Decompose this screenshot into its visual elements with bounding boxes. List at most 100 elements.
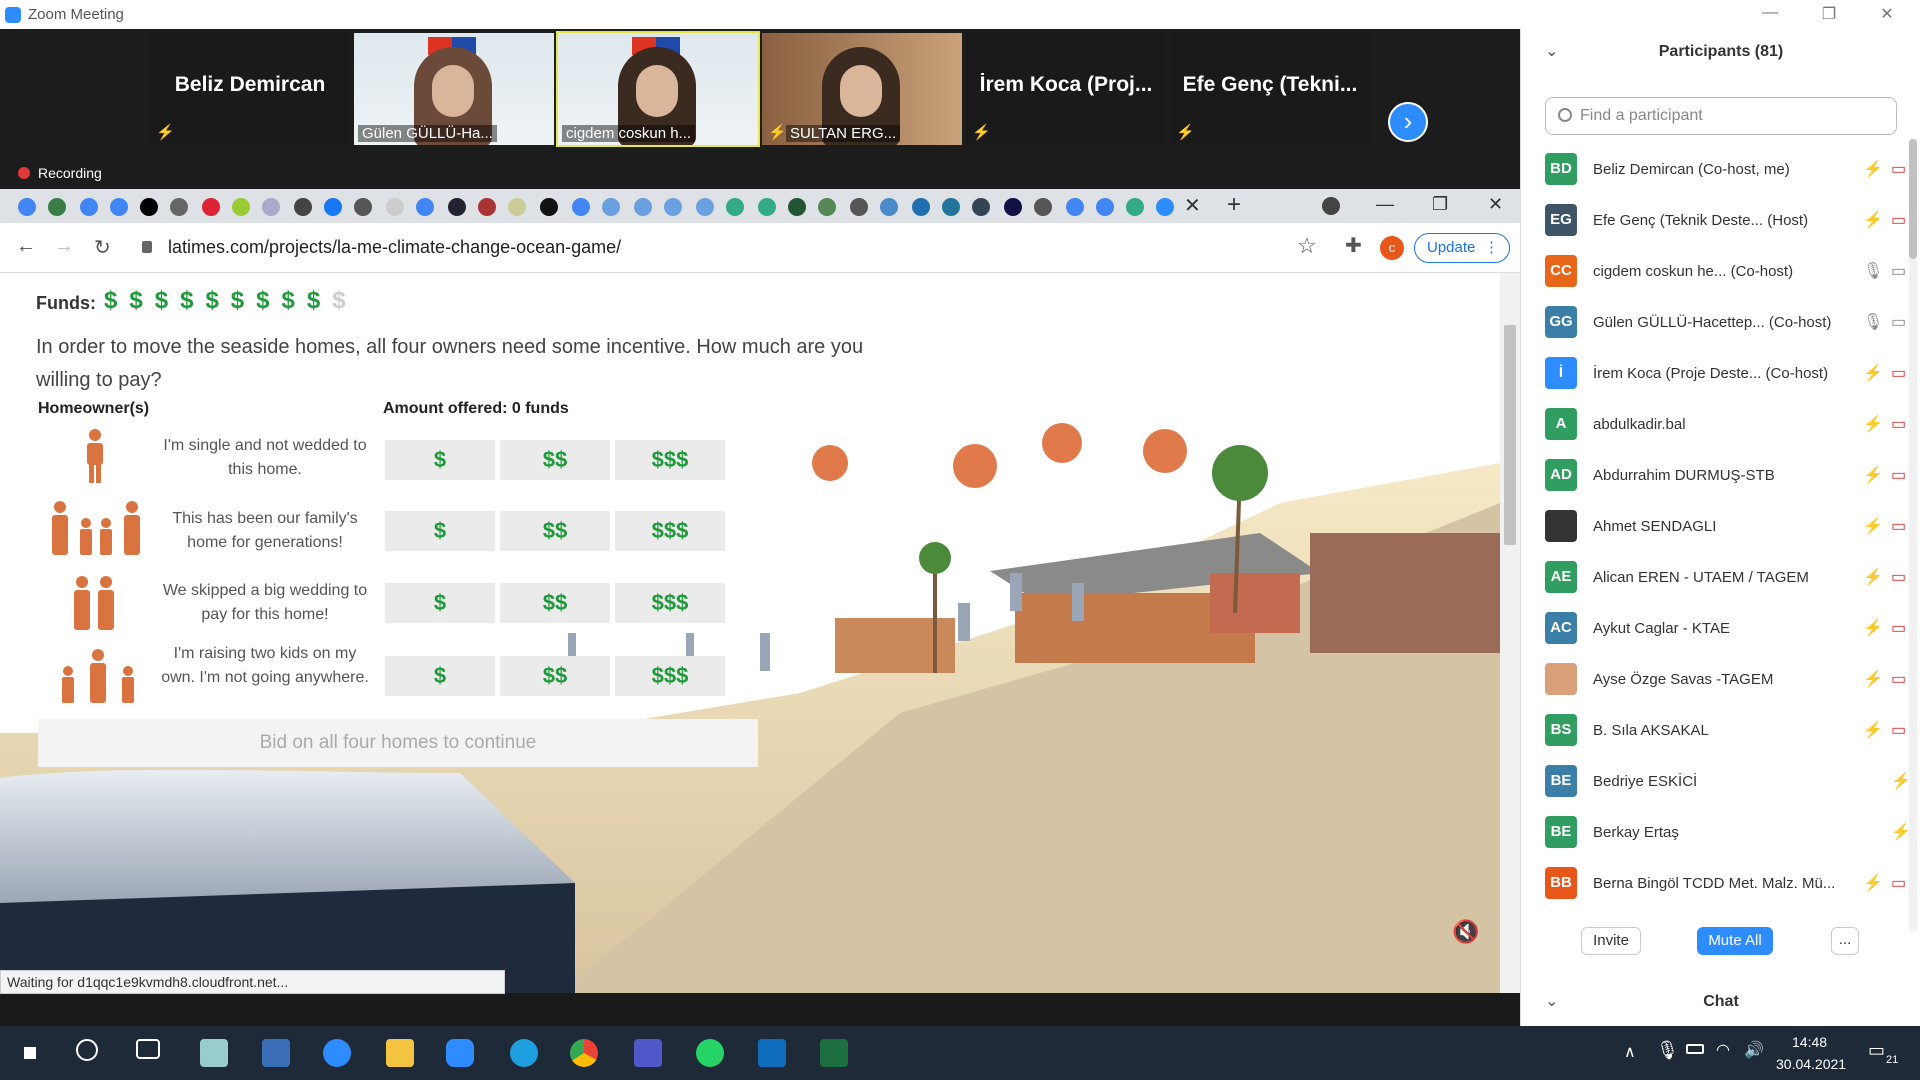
reload-icon[interactable]: ↻ — [94, 235, 111, 260]
scrollbar-thumb[interactable] — [1909, 139, 1917, 259]
participant-row[interactable]: AE Alican EREN - UTAEM / TAGEM ⚡ ▭ — [1545, 555, 1915, 605]
whatsapp-icon[interactable] — [696, 1039, 724, 1067]
camera-off-icon[interactable]: ▭ — [1891, 465, 1906, 485]
tab-favicon-icon[interactable] — [324, 198, 342, 216]
wifi-icon[interactable]: ◠ — [1716, 1040, 1730, 1060]
tab-favicon-icon[interactable] — [818, 198, 836, 216]
internet-explorer-icon[interactable] — [510, 1039, 538, 1067]
continue-button[interactable]: Bid on all four homes to continue — [38, 719, 758, 767]
camera-off-icon[interactable]: ▭ — [1891, 414, 1906, 434]
tab-favicon-icon[interactable] — [508, 198, 526, 216]
battery-icon[interactable] — [1686, 1044, 1704, 1054]
start-windows-icon[interactable] — [16, 1039, 44, 1067]
tab-favicon-icon[interactable] — [140, 198, 158, 216]
bid-low-button[interactable]: $ — [385, 440, 495, 480]
tab-favicon-icon[interactable] — [202, 198, 220, 216]
app-icon[interactable] — [200, 1039, 228, 1067]
back-icon[interactable]: ← — [16, 235, 36, 258]
browser-restore-icon[interactable]: ❐ — [1432, 194, 1448, 215]
task-view-icon[interactable] — [136, 1039, 160, 1059]
camera-off-icon[interactable]: ▭ — [1891, 873, 1906, 893]
tab-favicon-icon[interactable] — [232, 198, 250, 216]
chat-title[interactable]: Chat — [1521, 993, 1920, 1011]
bid-low-button[interactable]: $ — [385, 656, 495, 696]
tab-favicon-icon[interactable] — [540, 198, 558, 216]
camera-off-icon[interactable]: ▭ — [1891, 210, 1906, 230]
participant-row[interactable]: Aabdulkadir.bal ⚡ ▭ — [1545, 402, 1915, 452]
tray-chevron-icon[interactable]: ∧ — [1624, 1042, 1636, 1062]
tab-favicon-icon[interactable] — [572, 198, 590, 216]
camera-on-icon[interactable]: ▭ — [1891, 261, 1906, 281]
tab-favicon-icon[interactable] — [354, 198, 372, 216]
url-field[interactable]: latimes.com/projects/la-me-climate-chang… — [168, 237, 621, 258]
participant-row[interactable]: CC cigdem coskun he... (Co-host) 🎙 ▭ — [1545, 249, 1915, 299]
bid-low-button[interactable]: $ — [385, 511, 495, 551]
notification-icon[interactable]: ▭ — [1868, 1040, 1885, 1061]
tab-search-icon[interactable] — [1322, 197, 1340, 215]
restore-icon[interactable]: ❐ — [1815, 4, 1843, 24]
update-button[interactable]: Update ⋮ — [1414, 233, 1510, 263]
tab-favicon-icon[interactable] — [726, 198, 744, 216]
tab-favicon-icon[interactable] — [634, 198, 652, 216]
participant-row[interactable]: BB Berna Bingöl TCDD Met. Malz. Mü... ⚡ ▭ — [1545, 861, 1915, 911]
tab-favicon-icon[interactable] — [664, 198, 682, 216]
sound-muted-icon[interactable]: 🔇 — [1452, 919, 1479, 945]
participant-row[interactable]: AD Abdurrahim DURMUŞ-STB ⚡ ▭ — [1545, 453, 1915, 503]
mic-muted-icon[interactable]: ⚡ — [1863, 414, 1883, 434]
mic-on-icon[interactable]: 🎙 — [1863, 261, 1883, 281]
tab-favicon-icon[interactable] — [416, 198, 434, 216]
bid-medium-button[interactable]: $$ — [500, 583, 610, 623]
tab-favicon-icon[interactable] — [972, 198, 990, 216]
tab-close-icon[interactable]: ✕ — [1184, 193, 1201, 218]
page-scrollbar[interactable] — [1500, 273, 1520, 993]
tab-favicon-icon[interactable] — [912, 198, 930, 216]
tab-favicon-icon[interactable] — [788, 198, 806, 216]
outlook-icon[interactable] — [758, 1039, 786, 1067]
tab-favicon-icon[interactable] — [942, 198, 960, 216]
camera-off-icon[interactable]: ▭ — [1891, 159, 1906, 179]
minimize-icon[interactable]: — — [1756, 4, 1784, 22]
scrollbar-thumb[interactable] — [1504, 325, 1516, 545]
chrome-icon[interactable] — [570, 1039, 598, 1067]
tab-favicon-icon[interactable] — [602, 198, 620, 216]
bid-high-button[interactable]: $$$ — [615, 656, 725, 696]
video-tile[interactable]: cigdem coskun h... — [556, 31, 760, 147]
extensions-puzzle-icon[interactable]: ✚ — [1345, 233, 1362, 258]
participant-scrollbar[interactable] — [1909, 139, 1917, 931]
camera-off-icon[interactable]: ▭ — [1891, 363, 1906, 383]
tab-favicon-icon[interactable] — [1004, 198, 1022, 216]
volume-icon[interactable]: 🔊 — [1744, 1040, 1764, 1060]
mic-muted-icon[interactable]: ⚡ — [1863, 363, 1883, 383]
participant-row[interactable]: Ayse Özge Savas -TAGEM ⚡ ▭ — [1545, 657, 1915, 707]
mic-muted-icon[interactable]: ⚡ — [1863, 210, 1883, 230]
clock-date[interactable]: 30.04.2021 — [1776, 1056, 1846, 1072]
tab-favicon-icon[interactable] — [1156, 198, 1174, 216]
video-tile[interactable]: İrem Koca (Proj... ⚡ — [966, 33, 1166, 145]
tab-favicon-icon[interactable] — [80, 198, 98, 216]
bid-high-button[interactable]: $$$ — [615, 583, 725, 623]
tab-favicon-icon[interactable] — [1034, 198, 1052, 216]
profile-avatar[interactable]: c — [1380, 236, 1404, 260]
mic-muted-icon[interactable]: ⚡ — [1863, 465, 1883, 485]
participant-row[interactable]: BE Berkay Ertaş ⚡ — [1545, 810, 1915, 860]
camera-off-icon[interactable]: ▭ — [1891, 567, 1906, 587]
mic-muted-icon[interactable]: ⚡ — [1863, 618, 1883, 638]
bid-high-button[interactable]: $$$ — [615, 511, 725, 551]
participant-row[interactable]: EG Efe Genç (Teknik Deste... (Host) ⚡ ▭ — [1545, 198, 1915, 248]
camera-off-icon[interactable]: ▭ — [1891, 516, 1906, 536]
participant-row[interactable]: BS B. Sıla AKSAKAL ⚡ ▭ — [1545, 708, 1915, 758]
tab-favicon-icon[interactable] — [110, 198, 128, 216]
file-explorer-icon[interactable] — [386, 1039, 414, 1067]
tab-favicon-icon[interactable] — [758, 198, 776, 216]
camera-off-icon[interactable]: ▭ — [1891, 618, 1906, 638]
tab-favicon-icon[interactable] — [294, 198, 312, 216]
participant-row[interactable]: İ İrem Koca (Proje Deste... (Co-host) ⚡ ▭ — [1545, 351, 1915, 401]
mic-muted-icon[interactable]: ⚡ — [1863, 567, 1883, 587]
forward-icon[interactable]: → — [54, 235, 74, 258]
camera-on-icon[interactable]: ▭ — [1891, 312, 1906, 332]
tab-favicon-icon[interactable] — [386, 198, 404, 216]
tab-favicon-icon[interactable] — [1066, 198, 1084, 216]
tab-favicon-icon[interactable] — [850, 198, 868, 216]
new-tab-icon[interactable]: + — [1227, 191, 1241, 219]
participant-search-input[interactable]: Find a participant — [1545, 97, 1897, 135]
